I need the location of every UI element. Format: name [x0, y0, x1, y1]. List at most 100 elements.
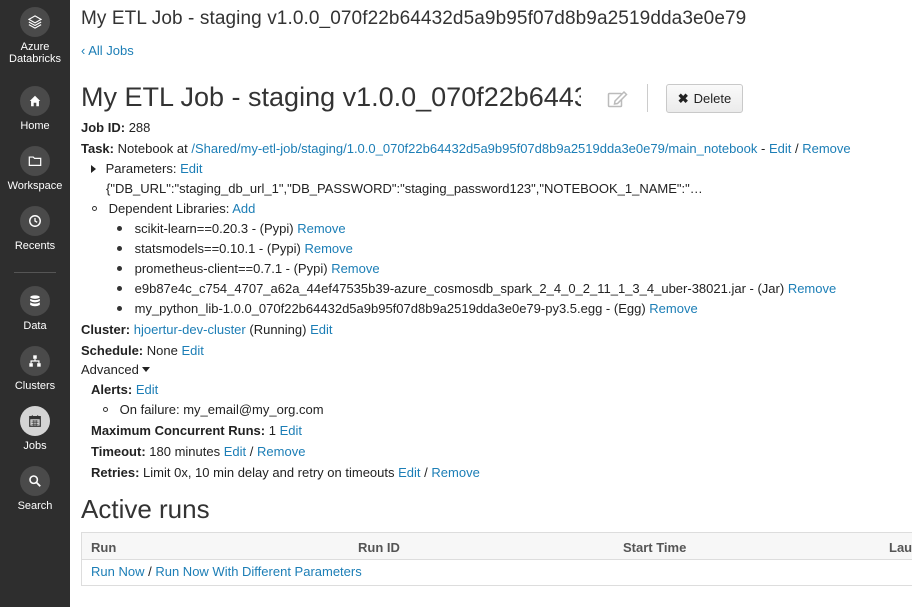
- divider: [647, 84, 648, 112]
- all-jobs-link[interactable]: ‹ All Jobs: [81, 43, 134, 58]
- alerts-label: Alerts:: [91, 382, 133, 397]
- library-name: prometheus-client==0.7.1 - (Pypi): [134, 261, 328, 276]
- library-remove-link[interactable]: Remove: [331, 261, 379, 276]
- clock-icon: [20, 206, 50, 236]
- sidebar-item-search[interactable]: Search: [0, 466, 70, 512]
- timeout-remove-link[interactable]: Remove: [257, 444, 305, 459]
- on-failure-text: On failure: my_email@my_org.com: [119, 402, 324, 417]
- bullet: [117, 286, 122, 291]
- library-name: e9b87e4c_c754_4707_a62a_44ef47535b39-azu…: [134, 281, 785, 296]
- dependent-libraries-label: Dependent Libraries:: [108, 201, 230, 216]
- close-icon: ✖: [677, 90, 689, 106]
- max-runs-edit-link[interactable]: Edit: [280, 423, 302, 438]
- dependent-libraries-row: Dependent Libraries: Add: [92, 201, 255, 217]
- column-header-run-id[interactable]: Run ID: [358, 540, 400, 555]
- advanced-toggle[interactable]: Advanced: [81, 362, 150, 378]
- sidebar: Azure Databricks Home Workspace Recents …: [0, 0, 70, 607]
- job-id-label: Job ID:: [81, 120, 126, 135]
- cluster-link[interactable]: hjoertur-dev-cluster: [134, 322, 246, 337]
- run-actions: Run Now / Run Now With Different Paramet…: [91, 564, 362, 580]
- retries-edit-link[interactable]: Edit: [398, 465, 420, 480]
- cluster-label: Cluster:: [81, 322, 131, 337]
- page-title: My ETL Job - staging v1.0.0_070f22b64432…: [81, 8, 747, 29]
- job-id-row: Job ID: 288: [81, 120, 150, 136]
- alerts-edit-link[interactable]: Edit: [136, 382, 158, 397]
- sidebar-item-azure-databricks[interactable]: Azure Databricks: [0, 7, 70, 65]
- column-header-start-time[interactable]: Start Time: [623, 540, 686, 555]
- sidebar-label: Search: [17, 500, 53, 512]
- sidebar-item-recents[interactable]: Recents: [0, 206, 70, 252]
- column-header-run[interactable]: Run: [91, 540, 116, 555]
- expand-caret-icon[interactable]: [91, 165, 96, 173]
- sidebar-item-data[interactable]: Data: [0, 286, 70, 332]
- library-remove-link[interactable]: Remove: [297, 221, 345, 236]
- library-remove-link[interactable]: Remove: [649, 301, 697, 316]
- library-remove-link[interactable]: Remove: [788, 281, 836, 296]
- sidebar-label: Databricks: [9, 53, 61, 65]
- delete-button[interactable]: ✖ Delete: [666, 84, 743, 113]
- list-item: scikit-learn==0.20.3 - (Pypi) Remove: [117, 221, 346, 237]
- separator: /: [424, 465, 428, 480]
- list-item: my_python_lib-1.0.0_070f22b64432d5a9b95f…: [117, 301, 698, 317]
- table-header: Run Run ID Start Time Lau: [82, 533, 912, 560]
- library-remove-link[interactable]: Remove: [304, 241, 352, 256]
- list-item: prometheus-client==0.7.1 - (Pypi) Remove: [117, 261, 380, 277]
- library-name: my_python_lib-1.0.0_070f22b64432d5a9b95f…: [134, 301, 646, 316]
- folder-icon: [20, 146, 50, 176]
- task-prefix: Notebook at: [117, 141, 188, 156]
- cluster-edit-link[interactable]: Edit: [310, 322, 332, 337]
- alerts-row: Alerts: Edit: [91, 382, 158, 398]
- sidebar-label: Home: [20, 120, 50, 132]
- sidebar-label: Data: [23, 320, 47, 332]
- bullet: [92, 206, 97, 211]
- clusters-icon: [20, 346, 50, 376]
- job-id-value: 288: [128, 120, 151, 135]
- sidebar-label: Clusters: [14, 380, 56, 392]
- sidebar-divider: [14, 272, 56, 273]
- retries-label: Retries:: [91, 465, 140, 480]
- edit-icon[interactable]: [607, 89, 629, 109]
- home-icon: [20, 86, 50, 116]
- sidebar-item-clusters[interactable]: Clusters: [0, 346, 70, 392]
- separator: /: [794, 141, 799, 156]
- sidebar-item-home[interactable]: Home: [0, 86, 70, 132]
- timeout-row: Timeout: 180 minutes Edit / Remove: [91, 444, 305, 460]
- run-now-with-parameters-link[interactable]: Run Now With Different Parameters: [155, 564, 361, 579]
- database-icon: [20, 286, 50, 316]
- column-header-launched[interactable]: Lau: [889, 540, 912, 555]
- max-runs-value: 1: [268, 423, 276, 438]
- task-notebook-link[interactable]: /Shared/my-etl-job/staging/1.0.0_070f22b…: [191, 141, 757, 156]
- bullet: [103, 407, 108, 412]
- on-failure-row: On failure: my_email@my_org.com: [103, 402, 324, 418]
- run-now-link[interactable]: Run Now: [91, 564, 144, 579]
- parameters-value: {"DB_URL":"staging_db_url_1","DB_PASSWOR…: [106, 181, 703, 196]
- retries-remove-link[interactable]: Remove: [431, 465, 479, 480]
- parameters-label: Parameters:: [105, 161, 177, 176]
- task-row: Task: Notebook at /Shared/my-etl-job/sta…: [81, 141, 851, 157]
- search-icon: [20, 466, 50, 496]
- table-row: Run Now / Run Now With Different Paramet…: [82, 560, 912, 585]
- add-library-link[interactable]: Add: [232, 201, 255, 216]
- active-runs-table: Run Run ID Start Time Lau Run Now / Run …: [81, 532, 912, 586]
- library-name: statsmodels==0.10.1 - (Pypi): [134, 241, 301, 256]
- sidebar-item-jobs[interactable]: Jobs: [0, 406, 70, 452]
- bullet: [117, 246, 122, 251]
- task-label: Task:: [81, 141, 114, 156]
- task-remove-link[interactable]: Remove: [802, 141, 850, 156]
- sidebar-label: Jobs: [23, 440, 47, 452]
- bullet: [117, 306, 122, 311]
- bullet: [117, 226, 122, 231]
- cluster-state: (Running): [249, 322, 307, 337]
- retries-row: Retries: Limit 0x, 10 min delay and retr…: [91, 465, 480, 481]
- timeout-value: 180 minutes: [149, 444, 221, 459]
- library-name: scikit-learn==0.20.3 - (Pypi): [134, 221, 294, 236]
- schedule-edit-link[interactable]: Edit: [181, 343, 203, 358]
- sidebar-label: Azure: [20, 41, 50, 53]
- parameters-row: Parameters: Edit: [91, 161, 202, 177]
- parameters-edit-link[interactable]: Edit: [180, 161, 202, 176]
- sidebar-label: Workspace: [7, 180, 63, 192]
- sidebar-item-workspace[interactable]: Workspace: [0, 146, 70, 192]
- timeout-edit-link[interactable]: Edit: [224, 444, 246, 459]
- schedule-value: None: [146, 343, 178, 358]
- task-edit-link[interactable]: Edit: [769, 141, 791, 156]
